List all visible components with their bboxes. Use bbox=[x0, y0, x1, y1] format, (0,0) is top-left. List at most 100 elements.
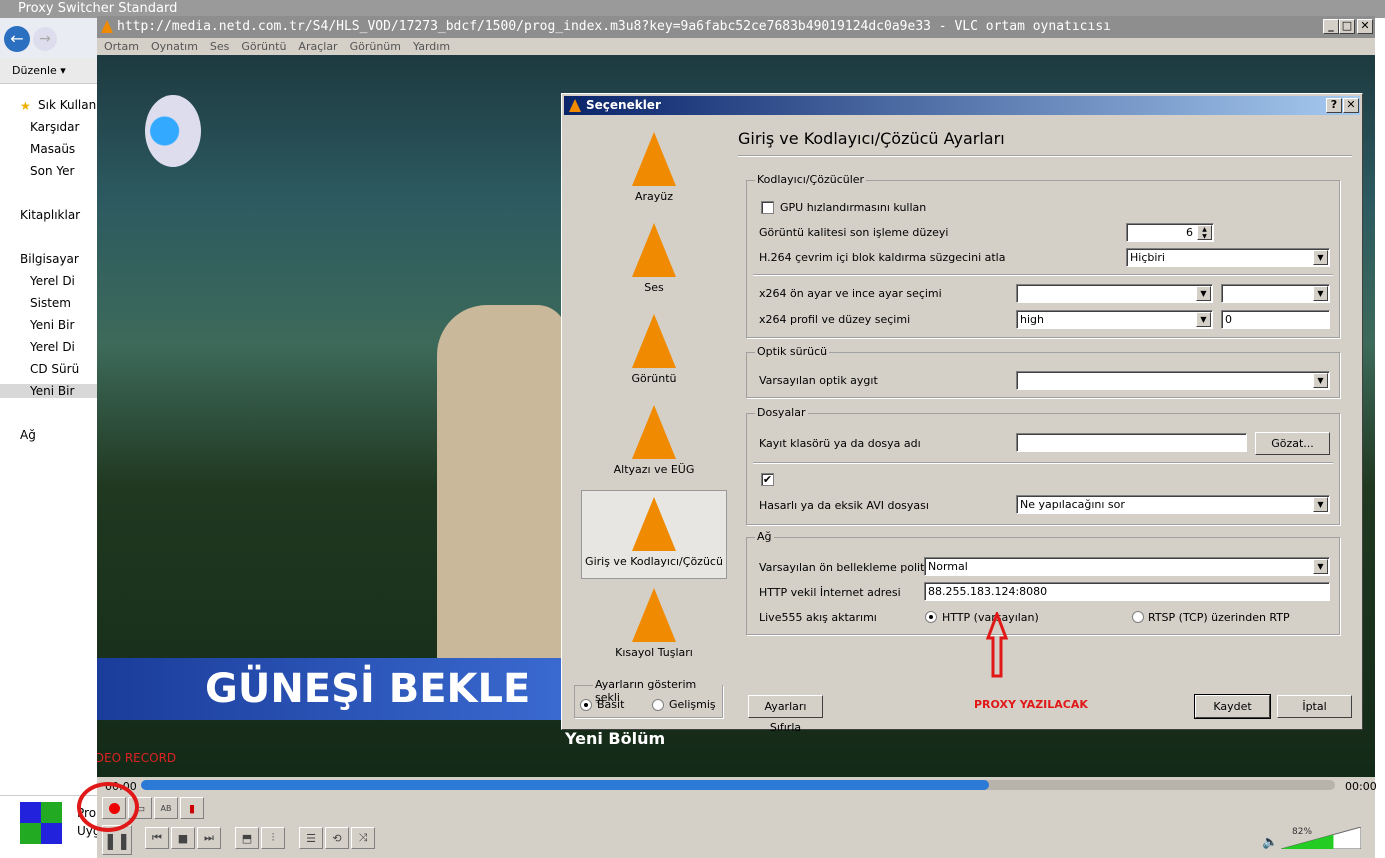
gpu-label: GPU hızlandırmasını kullan bbox=[780, 201, 927, 214]
forward-button[interactable]: → bbox=[33, 27, 57, 51]
menu-video[interactable]: Görüntü bbox=[241, 38, 286, 55]
select-value: high bbox=[1020, 313, 1044, 326]
loop-ab-button[interactable]: AB bbox=[154, 797, 178, 819]
vlc-cone-icon bbox=[632, 132, 676, 186]
nav-item[interactable]: Masaüs bbox=[30, 142, 75, 156]
menu-media[interactable]: Ortam bbox=[104, 38, 139, 55]
vlc-menu-bar: Ortam Oynatım Ses Görüntü Araçlar Görünü… bbox=[97, 38, 1375, 55]
x264-tune-select[interactable]: ▼ bbox=[1221, 284, 1330, 303]
nav-favorites[interactable]: ★ Sık Kullan bbox=[20, 98, 96, 113]
nav-item[interactable]: Sistem bbox=[30, 296, 71, 310]
record-highlight-circle bbox=[77, 782, 139, 832]
advanced-label: Gelişmiş bbox=[669, 698, 716, 711]
cancel-button[interactable]: İptal bbox=[1277, 695, 1352, 718]
nav-network[interactable]: Ağ bbox=[20, 428, 36, 442]
shuffle-icon: ⤨ bbox=[358, 831, 368, 844]
seek-bar[interactable] bbox=[141, 780, 1335, 790]
basic-radio[interactable] bbox=[580, 699, 592, 711]
nav-label: Bilgisayar bbox=[20, 252, 79, 266]
volume-slider[interactable] bbox=[1280, 826, 1362, 850]
h264-select[interactable]: Hiçbiri ▼ bbox=[1126, 248, 1330, 267]
category-label: Görüntü bbox=[631, 372, 677, 385]
star-icon: ★ bbox=[20, 99, 31, 113]
category-audio[interactable]: Ses bbox=[581, 223, 727, 294]
equalizer-icon: ⫶ bbox=[271, 831, 275, 844]
category-interface[interactable]: Arayüz bbox=[581, 132, 727, 203]
previous-button[interactable]: ⏮ bbox=[145, 827, 169, 849]
nav-label: Masaüs bbox=[30, 142, 76, 156]
category-video[interactable]: Görüntü bbox=[581, 314, 727, 385]
nav-item[interactable]: Son Yer bbox=[30, 164, 74, 178]
shuffle-button[interactable]: ⤨ bbox=[351, 827, 375, 849]
close-button[interactable]: ✕ bbox=[1357, 19, 1373, 34]
h264-label: H.264 çevrim içi blok kaldırma süzgecini… bbox=[759, 251, 1006, 264]
nav-label: Son Yer bbox=[30, 164, 75, 178]
dialog-close-button[interactable]: ✕ bbox=[1343, 98, 1359, 113]
http-proxy-input[interactable]: 88.255.183.124:8080 bbox=[924, 582, 1330, 601]
nav-item[interactable]: Yerel Di bbox=[30, 340, 75, 354]
nav-computer[interactable]: Bilgisayar bbox=[20, 252, 79, 266]
view-mode-group: Ayarların gösterim şekli Basit Gelişmiş bbox=[574, 678, 723, 718]
category-subtitles[interactable]: Altyazı ve EÜG bbox=[581, 405, 727, 476]
x264-preset-select[interactable]: ▼ bbox=[1016, 284, 1213, 303]
minimize-button[interactable]: _ bbox=[1323, 19, 1339, 34]
avi-select[interactable]: Ne yapılacağını sor ▼ bbox=[1016, 495, 1330, 514]
reset-preferences-button[interactable]: Ayarları Sıfırla bbox=[748, 695, 823, 734]
stop-button[interactable]: ■ bbox=[171, 827, 195, 849]
nav-libraries[interactable]: Kitaplıklar bbox=[20, 208, 80, 222]
help-button[interactable]: ? bbox=[1326, 98, 1342, 113]
nav-item[interactable]: Yerel Di bbox=[30, 274, 75, 288]
speaker-icon[interactable]: 🔈 bbox=[1262, 835, 1278, 850]
files-checkbox[interactable]: ✔ bbox=[761, 473, 774, 486]
back-button[interactable]: ← bbox=[4, 26, 30, 52]
spin-arrows[interactable]: ▲ ▼ bbox=[1197, 225, 1212, 240]
record-path-input[interactable] bbox=[1016, 433, 1247, 452]
browse-button[interactable]: Gözat... bbox=[1255, 432, 1330, 455]
x264-profile-select[interactable]: high ▼ bbox=[1016, 310, 1213, 329]
preferences-dialog: Seçenekler ? ✕ Arayüz Ses Görüntü Altyaz… bbox=[561, 93, 1363, 734]
nav-item[interactable]: CD Sürü bbox=[30, 362, 79, 376]
advanced-radio[interactable] bbox=[652, 699, 664, 711]
nav-item-selected[interactable]: Yeni Bir bbox=[0, 384, 97, 398]
select-value: Hiçbiri bbox=[1130, 251, 1165, 264]
rtsp-radio[interactable] bbox=[1132, 611, 1144, 623]
keyboard-cone-icon bbox=[632, 588, 676, 642]
postproc-spinbox[interactable]: 6 ▲ ▼ bbox=[1126, 223, 1214, 242]
ab-loop-icon: AB bbox=[160, 803, 172, 813]
playlist-button[interactable]: ☰ bbox=[299, 827, 323, 849]
explorer-nav-pane: ★ Sık Kullan Karşıdar Masaüs Son Yer Kita… bbox=[0, 84, 97, 794]
nav-label: Ağ bbox=[20, 428, 36, 442]
next-button[interactable]: ⏭ bbox=[197, 827, 221, 849]
category-label: Ses bbox=[644, 281, 664, 294]
cache-policy-select[interactable]: Normal ▼ bbox=[924, 557, 1330, 576]
category-hotkeys[interactable]: Kısayol Tuşları bbox=[581, 588, 727, 659]
chevron-down-icon: ▼ bbox=[1196, 286, 1211, 301]
menu-audio[interactable]: Ses bbox=[210, 38, 229, 55]
http-radio[interactable] bbox=[925, 611, 937, 623]
maximize-button[interactable]: □ bbox=[1339, 19, 1355, 34]
menu-help[interactable]: Yardım bbox=[413, 38, 450, 55]
loop-button[interactable]: ⟲ bbox=[325, 827, 349, 849]
cache-policy-label: Varsayılan ön bellekleme politikası bbox=[759, 561, 950, 574]
menu-tools[interactable]: Araçlar bbox=[298, 38, 337, 55]
fullscreen-button[interactable]: ⬒ bbox=[235, 827, 259, 849]
nav-label: Yerel Di bbox=[30, 340, 75, 354]
codecs-group: Kodlayıcı/Çözücüler GPU hızlandırmasını … bbox=[746, 173, 1340, 338]
channel-logo bbox=[145, 95, 201, 167]
avi-label: Hasarlı ya da eksik AVI dosyası bbox=[759, 499, 929, 512]
menu-playback[interactable]: Oynatım bbox=[151, 38, 198, 55]
nav-item[interactable]: Yeni Bir bbox=[30, 318, 74, 332]
extended-settings-button[interactable]: ⫶ bbox=[261, 827, 285, 849]
menu-view[interactable]: Görünüm bbox=[350, 38, 401, 55]
nav-label: Yeni Bir bbox=[30, 384, 75, 398]
category-input-codecs[interactable]: Giriş ve Kodlayıcı/Çözücü bbox=[581, 490, 727, 579]
video-record-annotation: VİDEO RECORD bbox=[97, 751, 177, 765]
frame-step-button[interactable]: ▮ bbox=[180, 797, 204, 819]
save-button[interactable]: Kaydet bbox=[1195, 695, 1270, 718]
organize-menu[interactable]: Düzenle ▾ bbox=[0, 58, 97, 84]
optical-device-select[interactable]: ▼ bbox=[1016, 371, 1330, 390]
x264-level-input[interactable]: 0 bbox=[1221, 310, 1330, 329]
gpu-checkbox[interactable] bbox=[761, 201, 774, 214]
nav-item[interactable]: Karşıdar bbox=[30, 120, 79, 134]
chevron-down-icon: ▼ bbox=[1313, 373, 1328, 388]
